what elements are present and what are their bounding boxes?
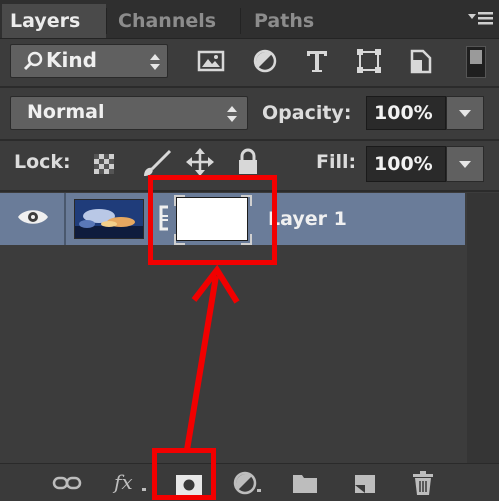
shape-layer-filter-icon[interactable] — [354, 46, 384, 76]
smart-object-filter-icon[interactable] — [406, 46, 436, 76]
annotation-box-mask-thumbnail — [148, 175, 277, 265]
lock-label: Lock: — [14, 151, 71, 173]
trash-icon[interactable] — [408, 470, 438, 496]
panel-tab-bar: Layers Channels Paths — [0, 0, 499, 39]
lock-image-pixels-brush-icon[interactable] — [140, 148, 174, 178]
eye-visibility-icon[interactable] — [16, 206, 50, 228]
filter-toggle-switch[interactable] — [466, 46, 486, 78]
tab-divider — [240, 8, 241, 34]
tab-layers[interactable]: Layers — [2, 4, 106, 38]
filter-kind-label: Kind — [46, 48, 97, 72]
divider — [64, 193, 66, 245]
lock-all-icon[interactable] — [236, 148, 260, 176]
fill-dropdown-button[interactable] — [446, 146, 484, 182]
fill-input[interactable]: 100% — [366, 146, 446, 182]
annotation-box-add-mask-button — [152, 448, 216, 500]
pixel-layer-filter-icon[interactable] — [196, 46, 226, 76]
type-layer-filter-icon[interactable] — [302, 46, 332, 76]
new-layer-icon[interactable] — [350, 470, 380, 496]
chevron-down-icon — [459, 110, 471, 117]
blend-mode-dropdown[interactable]: Normal — [10, 96, 248, 130]
layer-thumbnail-image — [75, 200, 143, 238]
opacity-dropdown-button[interactable] — [446, 96, 484, 130]
lock-position-move-icon[interactable] — [186, 148, 214, 176]
tab-paths[interactable]: Paths — [246, 4, 322, 38]
lock-transparent-pixels-icon[interactable] — [92, 152, 116, 176]
adjustment-layer-filter-icon[interactable] — [250, 46, 280, 76]
chevron-updown-icon — [227, 106, 237, 122]
adjustment-layer-icon[interactable] — [232, 470, 262, 496]
fill-label: Fill: — [316, 151, 357, 173]
dot-icon — [142, 488, 146, 491]
link-layers-icon[interactable] — [52, 470, 82, 496]
layer-thumbnail[interactable] — [74, 199, 144, 239]
divider — [0, 86, 499, 88]
blend-mode-value: Normal — [27, 101, 105, 123]
tab-divider — [106, 8, 107, 34]
chevron-updown-icon — [150, 54, 160, 70]
fx-icon[interactable]: fx — [114, 470, 133, 494]
search-icon — [23, 51, 43, 71]
panel-menu-icon[interactable] — [467, 8, 495, 32]
opacity-input[interactable]: 100% — [366, 96, 446, 130]
chevron-down-icon — [459, 161, 471, 168]
layer-name[interactable]: Layer 1 — [268, 208, 347, 230]
tab-channels[interactable]: Channels — [110, 4, 224, 38]
opacity-label: Opacity: — [262, 102, 352, 124]
new-group-folder-icon[interactable] — [290, 470, 320, 496]
divider — [0, 139, 499, 141]
layers-scrollbar[interactable] — [467, 193, 499, 463]
